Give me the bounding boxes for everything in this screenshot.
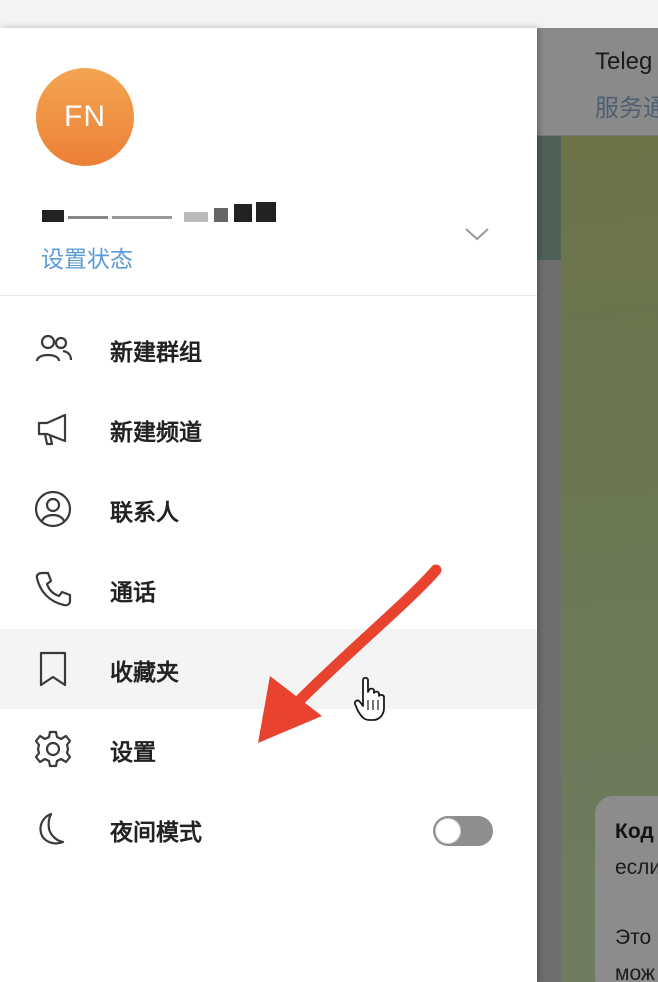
menu-item-label: 设置 <box>110 740 156 766</box>
window-top-strip <box>0 0 658 28</box>
toggle-knob <box>435 818 461 844</box>
set-status-link[interactable]: 设置状态 <box>41 240 133 274</box>
menu-item-calls[interactable]: 通话 <box>0 549 537 629</box>
bookmark-icon <box>39 651 67 687</box>
menu-item-label: 收藏夹 <box>110 660 179 686</box>
menu-item-new-channel[interactable]: 新建频道 <box>0 389 537 469</box>
menu-item-label: 新建频道 <box>110 420 202 446</box>
contact-icon <box>34 490 72 528</box>
megaphone-icon <box>37 413 67 446</box>
message-text-line: Это <box>615 926 652 949</box>
divider <box>0 295 537 296</box>
message-text-line: если <box>615 856 658 879</box>
night-mode-toggle[interactable] <box>433 816 493 846</box>
phone-icon <box>35 571 72 607</box>
menu-item-saved-messages[interactable]: 收藏夹 <box>0 629 537 709</box>
profile-name-redacted <box>42 200 282 228</box>
menu-item-settings[interactable]: 设置 <box>0 709 537 789</box>
avatar[interactable]: FN <box>36 68 134 166</box>
chat-list-highlight <box>537 136 561 260</box>
menu-item-label: 夜间模式 <box>110 820 202 846</box>
chat-subtitle: 服务通 <box>595 94 658 122</box>
chat-panel: Teleg 服务通 Код если Это мож <box>537 28 658 982</box>
moon-icon <box>39 812 65 845</box>
menu-item-contacts[interactable]: 联系人 <box>0 469 537 549</box>
group-icon <box>35 334 73 362</box>
chat-list-strip <box>537 136 561 982</box>
gear-icon <box>34 730 72 768</box>
chat-title: Teleg <box>595 48 653 75</box>
side-drawer: FN 设置状态 新建群组 新建频道 联系人 通话 收藏夹 设置 夜间模式 <box>0 28 537 982</box>
menu-item-night-mode[interactable]: 夜间模式 <box>0 789 537 869</box>
menu-item-label: 新建群组 <box>110 340 202 366</box>
message-text-line: мож <box>615 962 655 982</box>
menu-item-label: 通话 <box>110 580 156 606</box>
chevron-down-icon[interactable] <box>462 224 492 244</box>
menu-item-new-group[interactable]: 新建群组 <box>0 309 537 389</box>
message-text-line: Код <box>615 820 654 843</box>
avatar-initials: FN <box>64 100 106 133</box>
menu-item-label: 联系人 <box>110 500 179 526</box>
